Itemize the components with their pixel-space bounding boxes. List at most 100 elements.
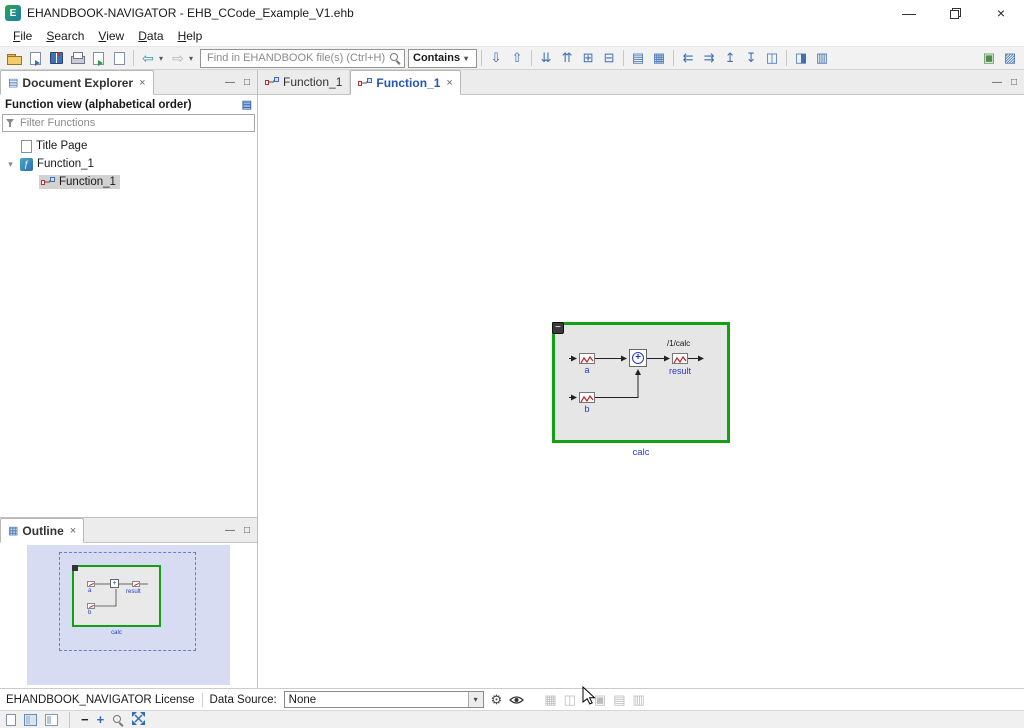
- function-block-calc[interactable]: −: [552, 322, 730, 443]
- pin-view-icon[interactable]: ◫: [762, 48, 782, 68]
- save-image-icon[interactable]: ▣: [594, 692, 606, 708]
- zoom-out-button[interactable]: −: [81, 712, 89, 727]
- data-source-select[interactable]: None ▾: [284, 691, 484, 708]
- navigate-back-icon[interactable]: ⇦: [138, 48, 158, 68]
- expander-icon[interactable]: ▾: [5, 159, 16, 170]
- zoom-selection-icon[interactable]: [112, 714, 124, 726]
- next-sheet-icon[interactable]: ⇉: [699, 48, 719, 68]
- filter-functions-input[interactable]: [18, 116, 251, 130]
- tab-document-explorer[interactable]: ▤ Document Explorer ×: [0, 70, 154, 95]
- sum-operator-block[interactable]: +: [629, 349, 647, 367]
- maximize-panel-button[interactable]: □: [1011, 77, 1017, 88]
- close-icon[interactable]: ×: [446, 77, 452, 89]
- zoom-in-button[interactable]: +: [97, 712, 105, 727]
- minimize-panel-button[interactable]: —: [225, 77, 235, 88]
- view-menu-icon[interactable]: ▤: [242, 98, 252, 111]
- tree-item-function-1[interactable]: ▾ Function_1: [0, 155, 257, 173]
- input-port-a[interactable]: [579, 353, 595, 364]
- tree-item-title-page[interactable]: Title Page: [0, 137, 257, 155]
- page-icon: [93, 52, 104, 65]
- label-output-path: /1/calc: [667, 340, 690, 348]
- tree-item-function-1-child[interactable]: Function_1: [0, 173, 257, 191]
- find-box: [200, 49, 405, 68]
- show-all-functions-icon[interactable]: ⊞: [578, 48, 598, 68]
- minimize-button[interactable]: —: [886, 0, 932, 26]
- minimize-panel-button[interactable]: —: [225, 525, 235, 536]
- close-icon[interactable]: ×: [70, 525, 76, 537]
- find-input[interactable]: [205, 51, 389, 65]
- chevron-down-icon[interactable]: ▾: [468, 692, 483, 707]
- toolbar-separator: [531, 50, 532, 66]
- document-explorer-panel: ▤ Document Explorer × — □ Function view …: [0, 70, 257, 517]
- statusbar-separator: [202, 693, 203, 707]
- outline-thumbnail[interactable]: a b result calc: [27, 545, 230, 685]
- library-icon[interactable]: [46, 48, 66, 68]
- maximize-panel-button[interactable]: □: [244, 77, 250, 88]
- export-icon[interactable]: [88, 48, 108, 68]
- open-parent-function-icon[interactable]: ↥: [720, 48, 740, 68]
- save-icon[interactable]: [25, 48, 45, 68]
- maximize-panel-button[interactable]: □: [244, 525, 250, 536]
- open-file-icon[interactable]: [4, 48, 24, 68]
- tab-function-1[interactable]: Function_1: [258, 70, 350, 94]
- window-title: EHANDBOOK-NAVIGATOR - EHB_CCode_Example_…: [27, 6, 354, 20]
- tab-function-1-active[interactable]: Function_1 ×: [350, 70, 460, 95]
- menu-search[interactable]: Search: [39, 27, 91, 45]
- contains-dropdown[interactable]: Contains ▾: [408, 49, 477, 68]
- fit-to-window-icon[interactable]: [132, 712, 145, 728]
- close-button[interactable]: ×: [978, 0, 1024, 26]
- forward-history-caret-icon[interactable]: ▾: [189, 54, 197, 63]
- report-icon[interactable]: [109, 48, 129, 68]
- export-image-icon[interactable]: ▣: [979, 48, 999, 68]
- thumbnail-view-icon[interactable]: [6, 714, 16, 726]
- hide-all-functions-icon[interactable]: ⊟: [599, 48, 619, 68]
- close-icon[interactable]: ×: [139, 77, 145, 89]
- collapse-subfunctions-icon[interactable]: ⇈: [557, 48, 577, 68]
- plus-icon: +: [632, 352, 644, 364]
- connector-lines: [555, 325, 727, 440]
- outline-toggle-icon[interactable]: [24, 714, 37, 726]
- menu-help[interactable]: Help: [171, 27, 210, 45]
- menu-view[interactable]: View: [91, 27, 131, 45]
- tab-label: Outline: [22, 524, 63, 538]
- expand-subfunctions-icon[interactable]: ⇊: [536, 48, 556, 68]
- print-icon[interactable]: [67, 48, 87, 68]
- snapshot-icon[interactable]: ▦: [544, 692, 556, 708]
- overview-window-icon[interactable]: ▦: [649, 48, 669, 68]
- navigate-forward-icon[interactable]: ⇨: [168, 48, 188, 68]
- copy-image-icon[interactable]: ◫: [564, 692, 576, 708]
- open-subfunction-icon[interactable]: ↧: [741, 48, 761, 68]
- document-explorer-icon: ▤: [8, 76, 18, 89]
- left-column: ▤ Document Explorer × — □ Function view …: [0, 70, 258, 688]
- restore-button[interactable]: [932, 0, 978, 26]
- tab-label: Function_1: [376, 76, 440, 90]
- signal-curve-icon: [673, 356, 687, 364]
- print-image-icon[interactable]: ▤: [613, 692, 625, 708]
- page-icon: [114, 52, 125, 65]
- back-history-caret-icon[interactable]: ▾: [159, 54, 167, 63]
- gear-icon[interactable]: ⚙: [491, 692, 503, 708]
- selected-tree-item[interactable]: Function_1: [39, 175, 120, 189]
- panel-layout-icon[interactable]: [45, 714, 58, 726]
- output-port-result[interactable]: [672, 353, 688, 364]
- report-icon[interactable]: ▥: [633, 692, 645, 708]
- menu-file[interactable]: File: [6, 27, 39, 45]
- table-view-icon[interactable]: ▤: [628, 48, 648, 68]
- find-next-icon[interactable]: ⇩: [486, 48, 506, 68]
- menu-data[interactable]: Data: [131, 27, 170, 45]
- snapshot-icon[interactable]: ▨: [1000, 48, 1020, 68]
- layout-icon[interactable]: ▥: [812, 48, 832, 68]
- sync-selection-icon[interactable]: ◨: [791, 48, 811, 68]
- diagram-canvas[interactable]: −: [258, 95, 1024, 688]
- minimize-panel-button[interactable]: —: [992, 77, 1002, 88]
- input-port-b[interactable]: [579, 392, 595, 403]
- eye-icon[interactable]: [509, 695, 524, 705]
- function-diagram-icon: [358, 77, 372, 89]
- mini-sum-block: [110, 579, 119, 588]
- find-previous-icon[interactable]: ⇧: [507, 48, 527, 68]
- toolbar-separator: [623, 50, 624, 66]
- view-header: Function view (alphabetical order) ▤: [0, 95, 257, 114]
- previous-sheet-icon[interactable]: ⇇: [678, 48, 698, 68]
- label-input-b: b: [579, 405, 595, 414]
- tab-outline[interactable]: ▦ Outline ×: [0, 518, 84, 543]
